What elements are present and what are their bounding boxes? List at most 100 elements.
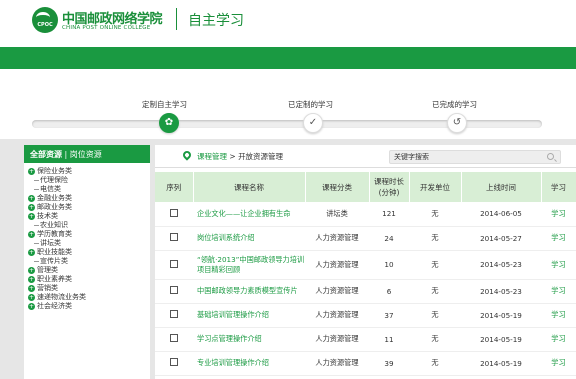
expand-icon[interactable]: + — [28, 248, 35, 256]
cell-action[interactable]: 学习 — [541, 250, 576, 280]
row-select-cell — [155, 226, 193, 251]
expand-icon[interactable]: + — [28, 275, 35, 283]
tree-item[interactable]: + 职业素养类 — [28, 275, 150, 284]
cell-action[interactable]: 学习 — [541, 226, 576, 251]
row-checkbox[interactable] — [170, 310, 178, 318]
tree-item-label: 社会经济类 — [37, 302, 72, 310]
gear-icon: ✿ — [164, 117, 174, 128]
tree-item[interactable]: 讲坛类 — [28, 239, 150, 248]
tree-item-label: 技术类 — [37, 212, 58, 220]
expand-icon[interactable]: + — [28, 266, 35, 274]
row-checkbox[interactable] — [170, 358, 178, 366]
table-row: 企业文化——让企业拥有生命 讲坛类 121 无 2014-06-05 学习 — [155, 202, 576, 227]
cell-duration: 24 — [369, 226, 409, 251]
tree-item[interactable]: + 速递物流业务类 — [28, 293, 150, 302]
table-row: 专业培训管理操作介绍 人力资源管理 39 无 2014-05-19 学习 — [155, 351, 576, 376]
search-input[interactable] — [390, 151, 540, 163]
tree-item-label: 速递物流业务类 — [37, 293, 86, 301]
step-label-customized[interactable]: 已定制的学习 — [288, 99, 333, 110]
row-select-cell — [155, 351, 193, 376]
tree-item[interactable]: 电信类 — [28, 185, 150, 194]
tree-item[interactable]: + 社会经济类 — [28, 302, 150, 311]
cell-action[interactable]: 学习 — [541, 202, 576, 227]
tree-item[interactable]: + 管理类 — [28, 266, 150, 275]
tree-item[interactable]: + 职业技能类 — [28, 248, 150, 257]
cell-name[interactable]: 岗位培训系统介绍 — [193, 226, 305, 251]
expand-icon[interactable]: + — [28, 302, 35, 310]
step-node-completed[interactable]: ↺ — [447, 113, 467, 133]
cell-duration: 6 — [369, 279, 409, 304]
step-label-completed[interactable]: 已完成的学习 — [432, 99, 477, 110]
cell-name[interactable]: 基础培训管理操作介绍 — [193, 303, 305, 328]
header-divider — [176, 8, 177, 30]
row-checkbox[interactable] — [170, 286, 178, 294]
table-row: 中国邮政领导力素质模型宣传片 人力资源管理 6 无 2014-05-23 学习 — [155, 279, 576, 304]
tree-item[interactable]: + 技术类 — [28, 212, 150, 221]
cell-action[interactable]: 学习 — [541, 279, 576, 304]
tree-item-label: 管理类 — [37, 266, 58, 274]
tree-item-label: 代理保险 — [40, 176, 68, 184]
step-node-customized[interactable]: ✓ — [303, 113, 323, 133]
row-select-cell — [155, 279, 193, 304]
cell-unit: 无 — [409, 327, 461, 352]
cell-name[interactable]: 中国邮政领导力素质模型宣传片 — [193, 279, 305, 304]
row-select-cell — [155, 303, 193, 328]
sidebar: 全部资源 | 岗位资源 + 保险业务类 代理保险 电信类 + 金融业务类 + 邮政业务类 + 技术… — [24, 145, 150, 379]
header: CPOC 中国邮政网络学院 CHINA POST ONLINE COLLEGE … — [0, 0, 576, 40]
row-checkbox[interactable] — [170, 233, 178, 241]
tab-all-resources[interactable]: 全部资源 — [30, 150, 62, 159]
tree-item[interactable]: + 营销类 — [28, 284, 150, 293]
tree-item[interactable]: + 保险业务类 — [28, 167, 150, 176]
cell-name[interactable]: 企业文化——让企业拥有生命 — [193, 202, 305, 227]
cell-action[interactable]: 学习 — [541, 327, 576, 352]
expand-icon[interactable]: + — [28, 167, 35, 175]
expand-icon[interactable]: + — [28, 293, 35, 301]
cell-unit: 无 — [409, 202, 461, 227]
tree-item[interactable]: 代理保险 — [28, 176, 150, 185]
table-body: 企业文化——让企业拥有生命 讲坛类 121 无 2014-06-05 学习 岗位培训系统介绍… — [155, 202, 576, 376]
content-panel: 课程管理 > 开放资源管理 序列课程名称课程分类课程时长(分钟)开发单位上线时间… — [155, 145, 576, 379]
cell-name[interactable]: 学习点管理操作介绍 — [193, 327, 305, 352]
location-pin-icon — [181, 149, 193, 161]
cell-duration: 11 — [369, 327, 409, 352]
tree-item[interactable]: + 邮政业务类 — [28, 203, 150, 212]
cell-date: 2014-05-19 — [461, 303, 541, 328]
table-row: 学习点管理操作介绍 人力资源管理 11 无 2014-05-19 学习 — [155, 327, 576, 352]
table-row: “领航·2013”中国邮政领导力培训项目精彩回顾 人力资源管理 10 无 2014-05… — [155, 250, 576, 280]
row-checkbox[interactable] — [170, 334, 178, 342]
tree-item-label: 电信类 — [40, 185, 61, 193]
college-logo[interactable]: CPOC 中国邮政网络学院 CHINA POST ONLINE COLLEGE — [32, 7, 182, 35]
tab-post-resources[interactable]: 岗位资源 — [70, 150, 102, 159]
tree-item[interactable]: 农业知识 — [28, 221, 150, 230]
cell-unit: 无 — [409, 226, 461, 251]
expand-icon[interactable]: + — [28, 230, 35, 238]
cell-date: 2014-05-19 — [461, 351, 541, 376]
cell-action[interactable]: 学习 — [541, 303, 576, 328]
expand-icon[interactable]: + — [28, 203, 35, 211]
cell-unit: 无 — [409, 351, 461, 376]
row-checkbox[interactable] — [170, 208, 178, 217]
tree-item[interactable]: 宣传片类 — [28, 257, 150, 266]
tree-item-label: 宣传片类 — [40, 257, 68, 265]
search-icon[interactable] — [547, 153, 554, 160]
row-checkbox[interactable] — [170, 259, 178, 268]
tab-separator: | — [64, 150, 68, 159]
expand-icon[interactable]: + — [28, 212, 35, 220]
cell-date: 2014-05-23 — [461, 250, 541, 280]
row-select-cell — [155, 327, 193, 352]
tree-item-label: 职业素养类 — [37, 275, 72, 283]
check-icon: ✓ — [308, 117, 318, 128]
tree-item[interactable]: + 学历教育类 — [28, 230, 150, 239]
cell-unit: 无 — [409, 250, 461, 280]
step-label-customize[interactable]: 定制自主学习 — [142, 99, 187, 110]
step-node-customize[interactable]: ✿ — [159, 113, 179, 133]
expand-icon[interactable]: + — [28, 284, 35, 292]
breadcrumb-link-course-management[interactable]: 课程管理 — [197, 152, 227, 161]
expand-icon[interactable]: + — [28, 194, 35, 202]
cell-name[interactable]: “领航·2013”中国邮政领导力培训项目精彩回顾 — [193, 250, 305, 280]
cell-name[interactable]: 专业培训管理操作介绍 — [193, 351, 305, 376]
cell-action[interactable]: 学习 — [541, 351, 576, 376]
course-table: 序列 课程名称 课程分类 课程时长(分钟) 开发单位 上线时间 学习 企业文化——让企业拥有… — [155, 172, 576, 376]
tree-item[interactable]: + 金融业务类 — [28, 194, 150, 203]
cell-date: 2014-05-27 — [461, 226, 541, 251]
